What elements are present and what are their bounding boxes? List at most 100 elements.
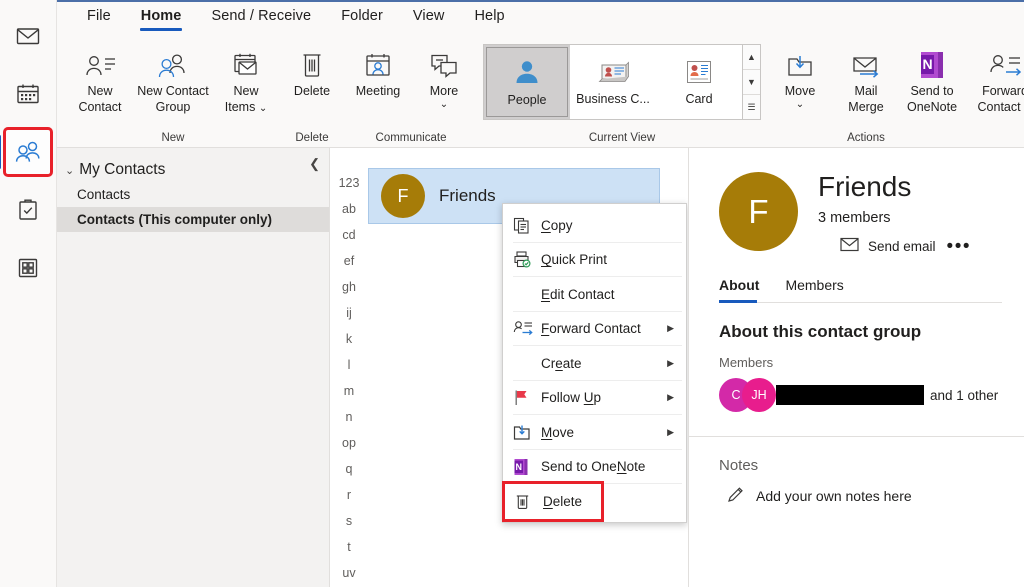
ribbon: File Home Send / Receive Folder View Hel…	[57, 0, 1024, 148]
view-business-card[interactable]: Business C...	[570, 45, 656, 119]
alpha-index-item[interactable]: op	[342, 430, 356, 456]
gallery-expand[interactable]: ☰	[743, 95, 760, 119]
gallery-scroll-up[interactable]: ▲	[743, 45, 760, 70]
folder-item-contacts[interactable]: Contacts	[57, 182, 329, 207]
context-menu-label-edit-contact: Edit Contact	[541, 286, 615, 302]
tab-members[interactable]: Members	[785, 277, 843, 302]
context-menu-label-create: Create	[541, 355, 582, 371]
context-menu-label-follow-up: Follow Up	[541, 390, 602, 406]
tab-file[interactable]: File	[75, 4, 123, 30]
alpha-index-item[interactable]: ef	[344, 248, 354, 274]
collapse-folder-pane-chevron-left-icon[interactable]: ❮	[309, 156, 320, 172]
send-email-button[interactable]: Send email	[840, 237, 936, 255]
nav-item-calendar[interactable]	[6, 72, 50, 116]
context-menu-item-send-to-onenote[interactable]: N Send to OneNote	[503, 450, 686, 485]
members-section-label: Members	[719, 355, 774, 371]
alpha-index-item[interactable]: uv	[342, 560, 355, 586]
context-menu-label-copy: Copy	[541, 217, 573, 233]
tab-folder[interactable]: Folder	[329, 4, 395, 30]
folder-item-contacts-this-computer-only[interactable]: Contacts (This computer only)	[57, 207, 329, 232]
view-card-label: Card	[685, 92, 713, 106]
new-items-label-1: New	[233, 84, 259, 98]
new-contact-button[interactable]: New Contact	[67, 40, 133, 124]
nav-item-mail[interactable]	[6, 14, 50, 58]
folder-group-label: My Contacts	[79, 161, 166, 178]
context-menu-item-quick-print[interactable]: Quick Print	[503, 243, 686, 278]
forward-contact-button[interactable]: Forward Contact ⌄	[965, 40, 1024, 124]
add-notes-button[interactable]: Add your own notes here	[719, 485, 1002, 506]
tab-about[interactable]: About	[719, 277, 759, 304]
ribbon-group-share: Forward Contact ⌄	[965, 34, 1024, 148]
alpha-index-item[interactable]: n	[346, 404, 353, 430]
context-menu-item-create[interactable]: Create ▶	[503, 346, 686, 381]
ribbon-group-current-view: People Business C... Card ▲ ▼ ☰ Current …	[477, 34, 767, 148]
current-view-gallery: People Business C... Card ▲ ▼ ☰	[483, 44, 761, 120]
folder-group-my-contacts[interactable]: ⌄ My Contacts	[57, 148, 329, 182]
alpha-index-item[interactable]: t	[347, 534, 350, 560]
alpha-index-item[interactable]: k	[346, 326, 352, 352]
forward-contact-icon	[513, 320, 541, 337]
alpha-index-item[interactable]: s	[346, 508, 352, 534]
tab-help[interactable]: Help	[462, 4, 516, 30]
avatar: F	[719, 172, 798, 251]
group-label-actions: Actions	[847, 132, 885, 144]
gallery-scrollbar: ▲ ▼ ☰	[742, 45, 760, 119]
move-icon	[785, 44, 815, 80]
new-contact-group-label-1: New Contact	[137, 84, 209, 98]
forward-contact-icon	[987, 44, 1023, 80]
context-menu-label-send-to-onenote: Send to OneNote	[541, 459, 646, 475]
context-menu-item-copy[interactable]: Copy	[503, 208, 686, 243]
gallery-scroll-down[interactable]: ▼	[743, 70, 760, 95]
mail-icon	[15, 23, 41, 49]
meeting-label: Meeting	[355, 84, 401, 98]
nav-rail	[0, 0, 57, 587]
new-items-button[interactable]: New Items ⌄	[213, 40, 279, 124]
more-communicate-button[interactable]: More ⌄	[411, 40, 477, 124]
chevron-down-icon: ⌄	[795, 98, 805, 110]
folder-pane: ❮ ⌄ My Contacts Contacts Contacts (This …	[57, 148, 330, 587]
context-menu-item-follow-up[interactable]: Follow Up ▶	[503, 381, 686, 416]
nav-item-tasks[interactable]	[6, 188, 50, 232]
context-menu-item-move[interactable]: Move ▶	[503, 415, 686, 450]
member-avatar[interactable]: JH	[742, 378, 776, 413]
alpha-index-item[interactable]: ij	[346, 300, 352, 326]
nav-item-people[interactable]	[0, 127, 53, 177]
view-people[interactable]: People	[484, 45, 570, 119]
ribbon-group-actions: Move ⌄ Mail Merge N Send to OneNote Acti…	[767, 34, 965, 148]
trash-icon	[298, 44, 326, 80]
alpha-index-item[interactable]: m	[344, 378, 354, 404]
mail-merge-button[interactable]: Mail Merge	[833, 40, 899, 124]
view-card[interactable]: Card	[656, 45, 742, 119]
alpha-index-item[interactable]: 123	[339, 170, 360, 196]
alpha-index-item[interactable]: q	[346, 456, 353, 482]
meeting-button[interactable]: Meeting	[345, 40, 411, 124]
alpha-index-item[interactable]: gh	[342, 274, 356, 300]
context-menu-item-delete[interactable]: Delete	[502, 481, 604, 522]
nav-item-more-apps[interactable]	[6, 246, 50, 290]
send-to-onenote-label-1: Send to	[910, 84, 954, 98]
submenu-arrow-icon: ▶	[667, 392, 674, 403]
context-menu-label-move: Move	[541, 424, 575, 440]
chevron-down-icon: ⌄	[439, 98, 449, 110]
alpha-index-item[interactable]: l	[348, 352, 351, 378]
flag-icon	[513, 389, 541, 406]
delete-button[interactable]: Delete	[279, 40, 345, 124]
ribbon-group-new: New Contact New Contact Group New Items …	[57, 34, 279, 148]
group-label-share	[965, 128, 1024, 148]
send-to-onenote-button[interactable]: N Send to OneNote	[899, 40, 965, 124]
alpha-index-item[interactable]: ab	[342, 196, 356, 222]
alpha-index-item[interactable]: cd	[342, 222, 355, 248]
forward-contact-label-1: Forward	[982, 84, 1024, 98]
tab-send-receive[interactable]: Send / Receive	[199, 4, 323, 30]
svg-text:N: N	[922, 56, 932, 72]
more-options-icon[interactable]: •••	[947, 236, 971, 256]
move-button[interactable]: Move ⌄	[767, 40, 833, 124]
new-contact-group-button[interactable]: New Contact Group	[133, 40, 213, 124]
context-menu-item-edit-contact[interactable]: Edit Contact	[503, 277, 686, 312]
alpha-index-item[interactable]: r	[347, 482, 351, 508]
tab-view[interactable]: View	[401, 4, 457, 30]
context-menu-item-forward-contact[interactable]: Forward Contact ▶	[503, 312, 686, 347]
tab-home[interactable]: Home	[129, 4, 194, 31]
new-contact-label-1: New	[87, 84, 113, 98]
new-contact-icon	[83, 44, 117, 80]
